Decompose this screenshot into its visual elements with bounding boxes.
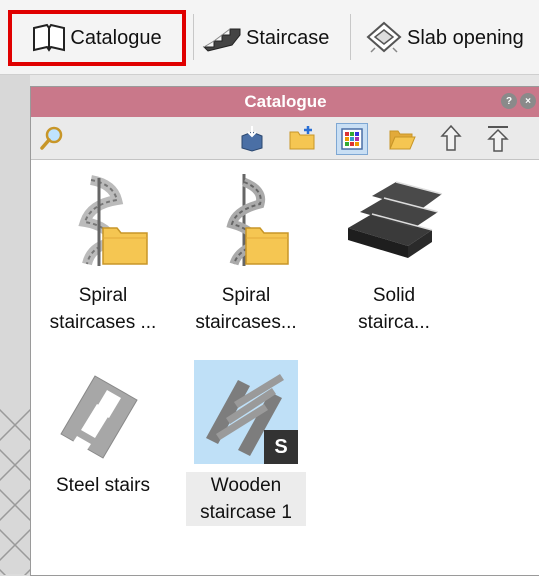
steel-stairs-icon [51,360,155,464]
slab-opening-button-label: Slab opening [407,26,524,49]
item-label: Solid stairca... [358,285,430,333]
catalogue-item[interactable]: Spiral staircases... [186,170,306,336]
toolbar-divider [350,14,351,60]
floor-grid [0,405,30,575]
help-icon[interactable]: ? [501,93,517,109]
staircase-button-label: Staircase [246,26,330,49]
catalogue-panel-title: Catalogue [244,92,327,111]
catalogue-panel: Catalogue ? × Spiral staircases ... Spir… [30,86,539,576]
up-level-icon[interactable] [483,123,513,153]
book-icon [33,23,66,52]
slab-opening-icon [366,21,402,53]
catalogue-item[interactable]: Steel stairs [43,360,163,499]
catalogue-toolbar [31,117,539,160]
catalogue-button[interactable]: Catalogue [8,10,186,66]
up-icon[interactable] [436,123,466,153]
new-folder-icon[interactable] [287,123,317,153]
shortcut-badge: S [264,430,298,464]
catalogue-button-label: Catalogue [70,26,162,49]
item-label: Wooden staircase 1 [186,472,306,526]
item-label: Spiral staircases ... [49,285,157,333]
catalogue-panel-titlebar[interactable]: Catalogue ? × [31,87,539,117]
open-folder-icon[interactable] [387,123,417,153]
title-controls: ? × [501,93,536,109]
catalogue-item[interactable]: Solid stairca... [334,170,454,336]
catalogue-item[interactable]: Spiral staircases ... [43,170,163,336]
spiral-staircase-folder-icon [51,170,155,274]
wooden-staircase-icon: S [194,360,298,464]
slab-opening-button[interactable]: Slab opening [365,10,524,66]
close-icon[interactable]: × [520,93,536,109]
catalogue-item-selected[interactable]: S Wooden staircase 1 [186,360,306,526]
toolbar-divider [193,14,194,60]
catalogue-content: Spiral staircases ... Spiral staircases.… [31,160,539,575]
item-label: Spiral staircases... [195,285,297,333]
staircase-button[interactable]: Staircase [202,10,329,66]
spiral-staircase-folder-icon [194,170,298,274]
item-label: Steel stairs [56,475,150,496]
main-toolbar: Catalogue Staircase Slab opening [0,0,539,75]
import-icon[interactable] [237,123,267,153]
staircase-icon [202,28,241,52]
view-mode-icon[interactable] [336,123,368,155]
solid-staircase-icon [342,170,446,274]
search-icon[interactable] [37,123,67,153]
